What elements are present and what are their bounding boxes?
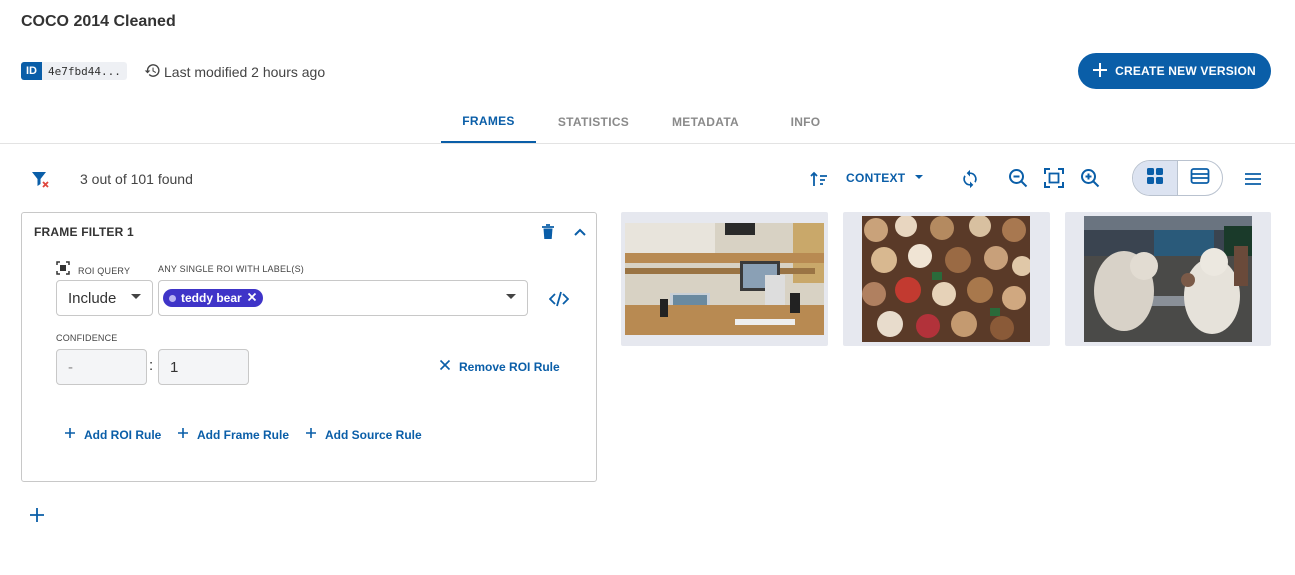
frame-card-1[interactable] <box>621 212 828 346</box>
plus-icon <box>64 427 76 442</box>
fit-screen-icon[interactable] <box>1043 167 1065 189</box>
tab-statistics[interactable]: STATISTICS <box>546 100 641 143</box>
desk-computer-photo <box>625 223 824 335</box>
roi-query-label-row: ROI QUERY <box>56 261 130 280</box>
clear-filter-icon[interactable] <box>29 169 51 189</box>
teddy-bear-pile-photo <box>862 216 1030 342</box>
add-filter-plus-icon[interactable] <box>28 506 46 524</box>
sort-icon[interactable] <box>808 168 830 190</box>
tab-metadata[interactable]: METADATA <box>658 100 753 143</box>
tab-frames[interactable]: FRAMES <box>441 100 536 143</box>
table-list-icon <box>1190 167 1210 190</box>
id-chip[interactable]: ID 4e7fbd44... <box>21 62 127 80</box>
chevron-up-icon[interactable] <box>571 223 589 241</box>
plus-icon <box>305 427 317 442</box>
plus-icon <box>177 427 189 442</box>
last-modified-text: Last modified 2 hours ago <box>164 64 326 80</box>
caret-down-icon <box>128 288 144 308</box>
label-chip-text: teddy bear <box>181 291 242 305</box>
add-frame-rule-label: Add Frame Rule <box>197 427 290 442</box>
add-source-rule-label: Add Source Rule <box>325 427 422 442</box>
add-roi-rule-button[interactable]: Add ROI Rule <box>64 427 161 442</box>
confidence-separator: : <box>149 357 154 374</box>
label-field-label: ANY SINGLE ROI WITH LABEL(S) <box>158 264 304 274</box>
tab-bar: FRAMES STATISTICS METADATA INFO <box>0 100 1295 144</box>
add-roi-rule-label: Add ROI Rule <box>84 427 162 442</box>
grid-icon <box>1146 167 1164 190</box>
view-mode-toggle <box>1132 160 1223 196</box>
caret-down-icon <box>503 288 519 308</box>
result-count: 3 out of 101 found <box>80 171 193 187</box>
page-title: COCO 2014 Cleaned <box>21 13 176 30</box>
zoom-in-icon[interactable] <box>1079 167 1101 189</box>
context-dropdown[interactable]: CONTEXT <box>846 168 927 188</box>
label-chip-teddy-bear[interactable]: teddy bear <box>163 289 263 307</box>
label-multiselect[interactable]: teddy bear <box>158 280 528 316</box>
grid-view-button[interactable] <box>1133 161 1178 195</box>
create-new-version-button[interactable]: CREATE NEW VERSION <box>1078 53 1271 89</box>
confidence-min-input[interactable]: - <box>56 349 147 385</box>
id-tag: ID <box>21 62 42 80</box>
add-frame-rule-button[interactable]: Add Frame Rule <box>177 427 289 442</box>
refresh-icon[interactable] <box>959 168 981 190</box>
frame-card-3[interactable] <box>1065 212 1271 346</box>
history-icon <box>144 62 161 82</box>
roi-frame-icon <box>56 261 70 280</box>
roi-query-label: ROI QUERY <box>78 265 131 276</box>
caret-down-icon <box>911 169 927 188</box>
code-view-icon[interactable] <box>548 289 570 309</box>
remove-chip-icon[interactable] <box>247 291 257 305</box>
remove-roi-rule-button[interactable]: Remove ROI Rule <box>439 359 560 374</box>
tab-info[interactable]: INFO <box>758 100 853 143</box>
list-view-button[interactable] <box>1178 161 1223 195</box>
last-modified: Last modified 2 hours ago <box>144 62 325 82</box>
frame-card-2[interactable] <box>843 212 1050 346</box>
frame-filter-title: FRAME FILTER 1 <box>34 225 134 239</box>
context-label: CONTEXT <box>846 171 906 185</box>
add-source-rule-button[interactable]: Add Source Rule <box>305 427 422 442</box>
close-icon <box>439 359 451 374</box>
create-new-version-label: CREATE NEW VERSION <box>1115 64 1256 78</box>
frame-filter-panel: FRAME FILTER 1 ROI QUERY ANY SINGLE ROI … <box>21 212 597 482</box>
plus-icon <box>1093 62 1108 80</box>
zoom-out-icon[interactable] <box>1007 167 1029 189</box>
confidence-label: CONFIDENCE <box>56 333 118 343</box>
trash-icon[interactable] <box>540 223 556 241</box>
roi-query-value: Include <box>68 289 117 307</box>
roi-query-select[interactable]: Include <box>56 280 153 316</box>
giant-teddy-bears-photo <box>1084 216 1252 342</box>
menu-icon[interactable] <box>1242 168 1264 190</box>
id-value: 4e7fbd44... <box>48 64 121 78</box>
label-color-dot <box>169 294 176 302</box>
confidence-max-input[interactable]: 1 <box>158 349 249 385</box>
remove-roi-rule-label: Remove ROI Rule <box>459 359 560 374</box>
